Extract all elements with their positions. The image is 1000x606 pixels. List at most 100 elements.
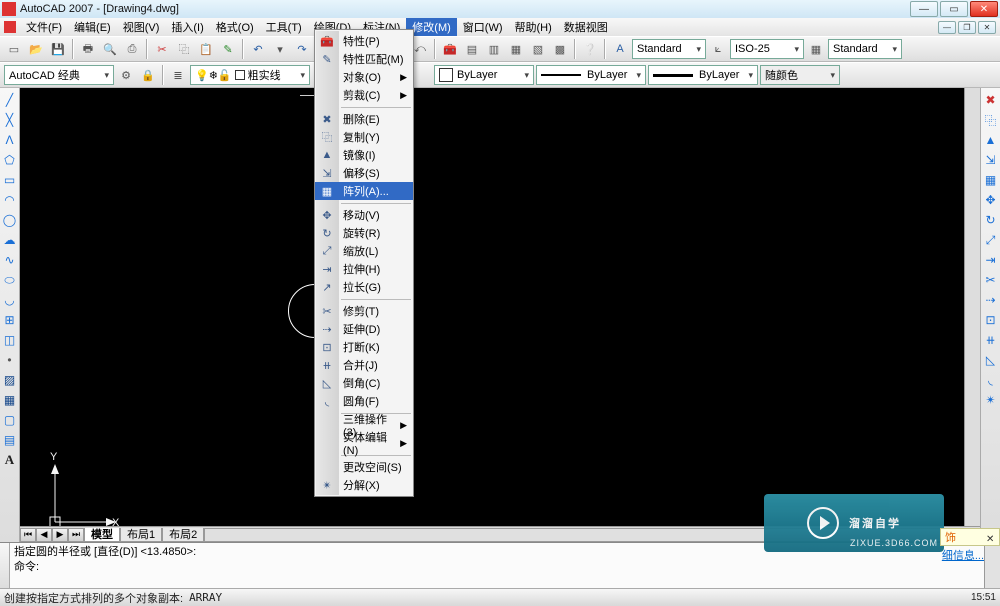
menu-item-22[interactable]: ◟圆角(F) <box>315 392 413 410</box>
mdi-close-button[interactable]: ✕ <box>978 21 996 34</box>
menu-item-27[interactable]: 更改空间(S) <box>315 458 413 476</box>
menu-4[interactable]: 格式(O) <box>210 18 260 36</box>
markup-icon[interactable]: ▧ <box>528 39 548 59</box>
ellipsearc-icon[interactable]: ◡ <box>2 292 18 308</box>
v-scrollbar[interactable] <box>964 88 980 526</box>
textstyle-combo[interactable]: Standard▾ <box>632 39 706 59</box>
rotate-icon[interactable]: ↻ <box>983 212 999 228</box>
offset-icon[interactable]: ⇲ <box>983 152 999 168</box>
menu-3[interactable]: 插入(I) <box>165 18 209 36</box>
tablestyle-icon[interactable]: ▦ <box>806 39 826 59</box>
fillet-icon[interactable]: ◟ <box>983 372 999 388</box>
tab-first-button[interactable]: ⏮ <box>20 528 36 542</box>
balloon-close-icon[interactable]: ✕ <box>986 534 996 544</box>
menu-item-0[interactable]: 🧰特性(P) <box>315 32 413 50</box>
arc-icon[interactable]: ◠ <box>2 192 18 208</box>
designcenter-icon[interactable]: ▤ <box>462 39 482 59</box>
rect-icon[interactable]: ▭ <box>2 172 18 188</box>
layer-manager-icon[interactable]: ≣ <box>168 65 188 85</box>
move-icon[interactable]: ✥ <box>983 192 999 208</box>
menu-item-1[interactable]: ✎特性匹配(M) <box>315 50 413 68</box>
menu-item-5[interactable]: ✖删除(E) <box>315 110 413 128</box>
polygon-icon[interactable]: ⬠ <box>2 152 18 168</box>
copy-icon[interactable]: ⿻ <box>174 39 194 59</box>
erase-icon[interactable]: ✖ <box>983 92 999 108</box>
gradient-icon[interactable]: ▦ <box>2 392 18 408</box>
join-icon[interactable]: ⧺ <box>983 332 999 348</box>
plotstyle-combo[interactable]: 随颜色▾ <box>760 65 840 85</box>
break-icon[interactable]: ⊡ <box>983 312 999 328</box>
maximize-button[interactable]: ▭ <box>940 1 968 17</box>
menu-item-17[interactable]: ✂修剪(T) <box>315 302 413 320</box>
menu-item-7[interactable]: ▲镜像(I) <box>315 146 413 164</box>
menu-item-12[interactable]: ↻旋转(R) <box>315 224 413 242</box>
textstyle-icon[interactable]: A <box>610 39 630 59</box>
menu-2[interactable]: 视图(V) <box>117 18 166 36</box>
menu-1[interactable]: 编辑(E) <box>68 18 117 36</box>
tab-prev-button[interactable]: ◀ <box>36 528 52 542</box>
undo-icon[interactable]: ↶ <box>248 39 268 59</box>
dimstyle-combo[interactable]: ISO-25▾ <box>730 39 804 59</box>
tab-layout1[interactable]: 布局1 <box>120 528 162 542</box>
menu-11[interactable]: 数据视图 <box>558 18 614 36</box>
mtext-icon[interactable]: A <box>2 452 18 468</box>
extend-icon[interactable]: ⇢ <box>983 292 999 308</box>
lineweight-combo[interactable]: ByLayer▾ <box>648 65 758 85</box>
copy2-icon[interactable]: ⿻ <box>983 112 999 128</box>
cut-icon[interactable]: ✂ <box>152 39 172 59</box>
menu-item-11[interactable]: ✥移动(V) <box>315 206 413 224</box>
scale-icon[interactable]: ⤢ <box>983 232 999 248</box>
help-icon[interactable]: ❔ <box>580 39 600 59</box>
array-icon[interactable]: ▦ <box>983 172 999 188</box>
mdi-min-button[interactable]: — <box>938 21 956 34</box>
menu-item-15[interactable]: ↗拉长(G) <box>315 278 413 296</box>
toolpalettes-icon[interactable]: ▥ <box>484 39 504 59</box>
menu-item-8[interactable]: ⇲偏移(S) <box>315 164 413 182</box>
sheetset-icon[interactable]: ▦ <box>506 39 526 59</box>
tab-last-button[interactable]: ⏭ <box>68 528 84 542</box>
stretch-icon[interactable]: ⇥ <box>983 252 999 268</box>
menu-item-14[interactable]: ⇥拉伸(H) <box>315 260 413 278</box>
details-link[interactable]: 细信息... <box>942 547 984 563</box>
region-icon[interactable]: ▢ <box>2 412 18 428</box>
menu-item-18[interactable]: ⇢延伸(D) <box>315 320 413 338</box>
xline-icon[interactable]: ╳ <box>2 112 18 128</box>
workspace-settings-icon[interactable]: ⚙ <box>116 65 136 85</box>
ellipse-icon[interactable]: ⬭ <box>2 272 18 288</box>
menu-item-19[interactable]: ⊡打断(K) <box>315 338 413 356</box>
circle-icon[interactable]: ◯ <box>2 212 18 228</box>
table-icon[interactable]: ▤ <box>2 432 18 448</box>
mdi-restore-button[interactable]: ❐ <box>958 21 976 34</box>
menu-9[interactable]: 窗口(W) <box>457 18 509 36</box>
pline-icon[interactable]: Ʌ <box>2 132 18 148</box>
command-scrollbar[interactable] <box>984 543 1000 588</box>
trim-icon[interactable]: ✂ <box>983 272 999 288</box>
publish-icon[interactable]: ⎙ <box>122 39 142 59</box>
menu-item-2[interactable]: 对象(O)▶ <box>315 68 413 86</box>
new-icon[interactable]: ▭ <box>4 39 24 59</box>
menu-10[interactable]: 帮助(H) <box>509 18 558 36</box>
point-icon[interactable]: • <box>2 352 18 368</box>
tablestyle-combo[interactable]: Standard▾ <box>828 39 902 59</box>
menu-item-6[interactable]: ⿻复制(Y) <box>315 128 413 146</box>
dimstyle-icon[interactable]: ⟀ <box>708 39 728 59</box>
tab-layout2[interactable]: 布局2 <box>162 528 204 542</box>
chamfer-icon[interactable]: ◺ <box>983 352 999 368</box>
redo-icon[interactable]: ↷ <box>292 39 312 59</box>
properties-icon[interactable]: 🧰 <box>440 39 460 59</box>
save-icon[interactable]: 💾 <box>48 39 68 59</box>
tab-next-button[interactable]: ▶ <box>52 528 68 542</box>
tab-model[interactable]: 模型 <box>84 528 120 542</box>
hatch-icon[interactable]: ▨ <box>2 372 18 388</box>
close-button[interactable]: ✕ <box>970 1 998 17</box>
command-grip[interactable] <box>0 543 10 588</box>
minimize-button[interactable]: — <box>910 1 938 17</box>
menu-item-3[interactable]: 剪裁(C)▶ <box>315 86 413 104</box>
menu-item-21[interactable]: ◺倒角(C) <box>315 374 413 392</box>
linetype-combo[interactable]: ByLayer▾ <box>536 65 646 85</box>
drawing-area[interactable]: Y X ⏮ ◀ ▶ ⏭ 模型 布局1 布局2 ◀ ▶ <box>20 88 980 542</box>
menu-5[interactable]: 工具(T) <box>260 18 308 36</box>
open-icon[interactable]: 📂 <box>26 39 46 59</box>
paste-icon[interactable]: 📋 <box>196 39 216 59</box>
menu-item-28[interactable]: ✴分解(X) <box>315 476 413 494</box>
